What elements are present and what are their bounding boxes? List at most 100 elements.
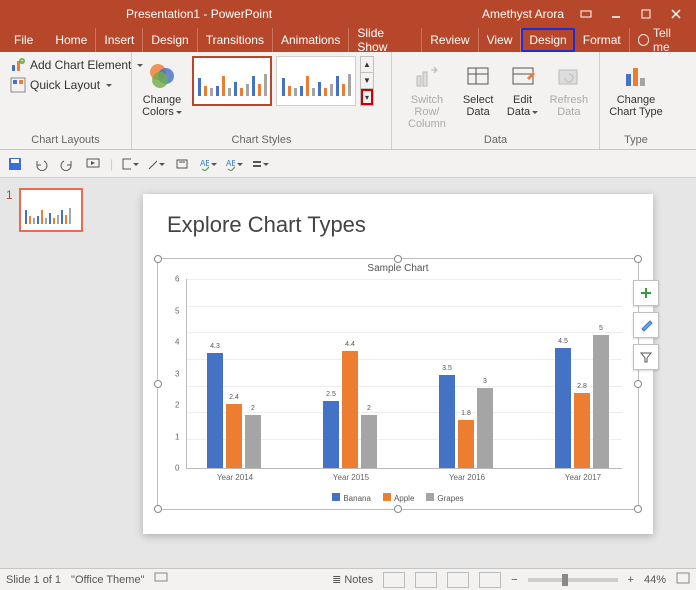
group-type-label: Type [600,134,672,149]
add-chart-element-button[interactable]: + Add Chart Element [6,56,147,74]
minimize-button[interactable] [602,3,630,25]
style-gallery-more[interactable]: ▾ [361,89,373,105]
chart-style-2[interactable] [276,56,356,106]
select-data-label: Select Data [463,94,494,118]
slide-thumbnail-pane[interactable]: 1 [0,178,100,568]
status-bar: Slide 1 of 1 "Office Theme" ≣ Notes − + … [0,568,696,590]
chart-filters-button[interactable] [633,344,659,370]
slide-canvas[interactable]: Explore Chart Types Sample Chart 0123456… [100,178,696,568]
chart-legend[interactable]: BananaAppleGrapes [158,493,638,503]
slide-counter: Slide 1 of 1 [6,574,61,586]
tab-chart-design[interactable]: Design [521,28,574,52]
switch-row-column-icon [411,60,443,92]
tab-review[interactable]: Review [422,28,478,52]
edit-data-button[interactable]: Edit Data [500,56,544,118]
spell-check-icon[interactable] [154,572,170,587]
zoom-in-button[interactable]: + [628,574,634,586]
change-colors-label: Change Colors [138,94,186,118]
refresh-data-icon [553,60,585,92]
tab-insert[interactable]: Insert [96,28,143,52]
edit-data-label: Edit Data [507,94,538,118]
notes-label: Notes [344,574,373,586]
zoom-out-button[interactable]: − [511,574,517,586]
add-chart-element-icon: + [10,57,26,73]
ribbon: + Add Chart Element Quick Layout Chart La… [0,52,696,150]
tab-animations[interactable]: Animations [273,28,349,52]
qat-textbox-icon[interactable] [173,155,191,173]
slide-sorter-view-button[interactable] [415,572,437,588]
save-icon[interactable] [6,155,24,173]
slide-thumbnail-1[interactable]: 1 [6,188,94,232]
tell-me-label: Tell me [653,26,688,54]
tab-format[interactable]: Format [575,28,630,52]
change-chart-type-icon [620,60,652,92]
slide-thumbnail-preview [19,188,83,232]
qat-shape-icon[interactable] [121,155,139,173]
change-colors-button[interactable]: Change Colors [138,56,186,118]
slide: Explore Chart Types Sample Chart 0123456… [143,194,653,534]
slide-title[interactable]: Explore Chart Types [167,212,629,238]
user-name: Amethyst Arora [482,7,564,21]
ribbon-options-icon[interactable] [572,3,600,25]
fit-to-window-button[interactable] [676,572,690,587]
tab-design[interactable]: Design [143,28,197,52]
chart-styles-button[interactable] [633,312,659,338]
chart-elements-button[interactable] [633,280,659,306]
change-chart-type-label: Change Chart Type [609,94,663,118]
group-chart-layouts-label: Chart Layouts [0,134,131,149]
tab-file[interactable]: File [0,28,47,52]
bulb-icon [638,34,649,46]
style-scroll-up[interactable]: ▲ [361,57,373,73]
close-button[interactable] [662,3,690,25]
window-title: Presentation1 - PowerPoint [126,7,272,21]
group-chart-styles-label: Chart Styles [132,134,391,149]
svg-text:+: + [20,59,24,65]
title-bar: Presentation1 - PowerPoint Amethyst Aror… [0,0,696,28]
quick-layout-icon [10,77,26,93]
refresh-data-button: Refresh Data [545,56,593,118]
quick-layout-label: Quick Layout [30,78,100,92]
chart-plot-area[interactable]: 01234564.32.42Year 20142.54.42Year 20153… [186,279,622,469]
switch-row-column-label: Switch Row/ Column [398,94,456,130]
change-colors-icon [146,60,178,92]
tab-view[interactable]: View [479,28,522,52]
reading-view-button[interactable] [447,572,469,588]
svg-text:ABC: ABC [226,159,235,168]
qat-spelling-icon[interactable]: ABC [199,155,217,173]
normal-view-button[interactable] [383,572,405,588]
add-chart-element-label: Add Chart Element [30,58,131,72]
edit-data-icon [507,60,539,92]
undo-icon[interactable] [32,155,50,173]
workspace: 1 Explore Chart Types Sample Chart 01234 [0,178,696,568]
redo-icon[interactable] [58,155,76,173]
zoom-slider[interactable] [528,578,618,582]
notes-button[interactable]: ≣ Notes [332,573,373,586]
slideshow-view-button[interactable] [479,572,501,588]
slide-number-label: 1 [6,188,13,232]
qat-spelling2-icon[interactable]: ABC [225,155,243,173]
chart-title[interactable]: Sample Chart [158,263,638,274]
svg-text:ABC: ABC [200,159,209,168]
select-data-icon [462,60,494,92]
maximize-button[interactable] [632,3,660,25]
tell-me[interactable]: Tell me [630,28,696,52]
refresh-data-label: Refresh Data [550,94,589,118]
chart-object[interactable]: Sample Chart 01234564.32.42Year 20142.54… [157,258,639,510]
tab-transitions[interactable]: Transitions [198,28,273,52]
quick-layout-button[interactable]: Quick Layout [6,76,147,94]
chart-style-1[interactable] [192,56,272,106]
group-data-label: Data [392,134,599,149]
ribbon-tabs: File Home Insert Design Transitions Anim… [0,28,696,52]
theme-name: "Office Theme" [71,574,144,586]
change-chart-type-button[interactable]: Change Chart Type [606,56,666,118]
tab-home[interactable]: Home [47,28,96,52]
start-slideshow-icon[interactable] [84,155,102,173]
qat-more-icon[interactable] [251,155,269,173]
switch-row-column-button: Switch Row/ Column [398,56,456,130]
qat-line-icon[interactable] [147,155,165,173]
quick-access-toolbar: | ABC ABC [0,150,696,178]
tab-slideshow[interactable]: Slide Show [349,28,422,52]
zoom-level[interactable]: 44% [644,574,666,586]
style-scroll-down[interactable]: ▼ [361,73,373,89]
select-data-button[interactable]: Select Data [456,56,500,118]
